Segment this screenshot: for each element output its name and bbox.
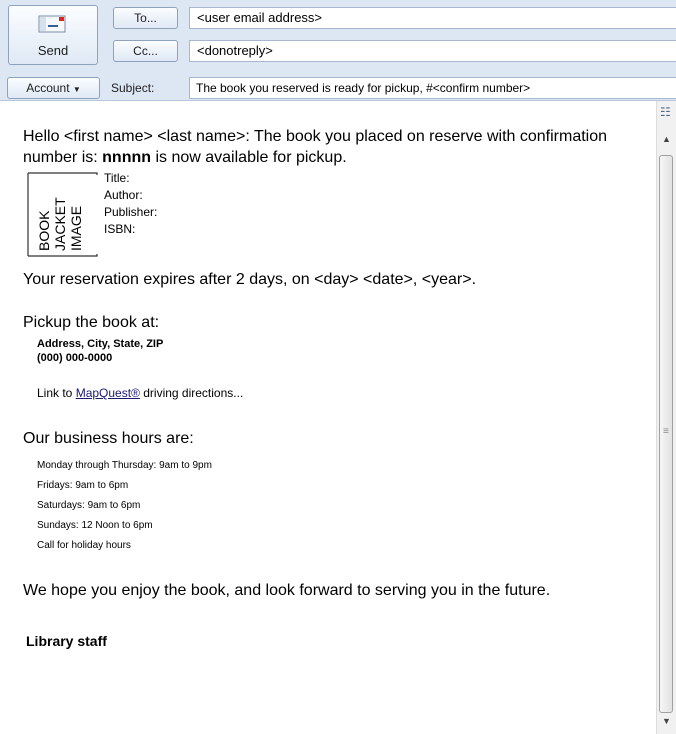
cc-button[interactable]: Cc... bbox=[113, 40, 178, 62]
book-title-label: Title: bbox=[104, 171, 130, 185]
pickup-heading: Pickup the book at: bbox=[23, 314, 160, 331]
book-jacket-image: BOOK JACKET IMAGE bbox=[27, 172, 98, 257]
hours-item: Monday through Thursday: 9am to 9pm bbox=[37, 460, 212, 471]
send-label: Send bbox=[37, 43, 69, 58]
account-button[interactable]: Account ▼ bbox=[7, 77, 100, 99]
intro-part2: is now available for pickup. bbox=[151, 149, 347, 166]
phone-line: (000) 000-0000 bbox=[37, 352, 113, 364]
signature: Library staff bbox=[26, 633, 107, 649]
book-image-line2: JACKET bbox=[52, 197, 68, 251]
scroll-up-arrow-icon[interactable]: ▲ bbox=[657, 134, 676, 144]
business-hours-list: Monday through Thursday: 9am to 9pm Frid… bbox=[37, 456, 212, 556]
book-publisher-label: Publisher: bbox=[104, 205, 158, 219]
link-prefix: Link to bbox=[37, 386, 76, 400]
hours-item: Fridays: 9am to 6pm bbox=[37, 480, 129, 491]
expiration-text: Your reservation expires after 2 days, o… bbox=[23, 271, 477, 288]
hours-item: Saturdays: 9am to 6pm bbox=[37, 500, 141, 511]
pickup-address: Address, City, State, ZIP (000) 000-0000 bbox=[37, 337, 163, 365]
split-view-icon[interactable]: ☷ bbox=[660, 105, 671, 119]
to-field[interactable]: <user email address> bbox=[189, 7, 676, 29]
hours-item: Sundays: 12 Noon to 6pm bbox=[37, 520, 153, 531]
confirm-number: nnnnn bbox=[102, 149, 152, 166]
subject-field[interactable]: The book you reserved is ready for picku… bbox=[189, 77, 676, 99]
to-button[interactable]: To... bbox=[113, 7, 178, 29]
book-author-label: Author: bbox=[104, 188, 143, 202]
book-image-line1: BOOK bbox=[36, 210, 52, 251]
scrollbar-thumb[interactable]: ≡ bbox=[659, 155, 673, 713]
mapquest-link[interactable]: MapQuest® bbox=[76, 386, 140, 400]
hours-heading: Our business hours are: bbox=[23, 430, 194, 447]
vertical-scrollbar[interactable]: ☷ ▲ ≡ ▼ bbox=[656, 101, 676, 734]
cc-field[interactable]: <donotreply> bbox=[189, 40, 676, 62]
envelope-icon bbox=[38, 15, 66, 33]
send-button[interactable]: Send bbox=[8, 5, 98, 65]
book-details: Title: Author: Publisher: ISBN: bbox=[104, 170, 157, 238]
address-line: Address, City, State, ZIP bbox=[37, 338, 164, 350]
subject-label: Subject: bbox=[111, 81, 155, 95]
compose-header: Send To... <user email address> Cc... <d… bbox=[0, 0, 676, 101]
grip-icon: ≡ bbox=[663, 426, 669, 437]
book-isbn-label: ISBN: bbox=[104, 222, 136, 236]
hours-item: Call for holiday hours bbox=[37, 540, 131, 551]
chevron-down-icon: ▼ bbox=[72, 85, 81, 94]
directions-line: Link to MapQuest® driving directions... bbox=[37, 386, 243, 400]
link-suffix: driving directions... bbox=[139, 386, 244, 400]
message-body[interactable]: Hello <first name> <last name>: The book… bbox=[0, 101, 656, 734]
closing-text: We hope you enjoy the book, and look for… bbox=[23, 582, 551, 599]
account-label: Account bbox=[26, 81, 70, 95]
scroll-down-arrow-icon[interactable]: ▼ bbox=[657, 716, 676, 726]
intro-text: Hello <first name> <last name>: The book… bbox=[23, 126, 643, 168]
book-image-line3: IMAGE bbox=[68, 206, 84, 251]
